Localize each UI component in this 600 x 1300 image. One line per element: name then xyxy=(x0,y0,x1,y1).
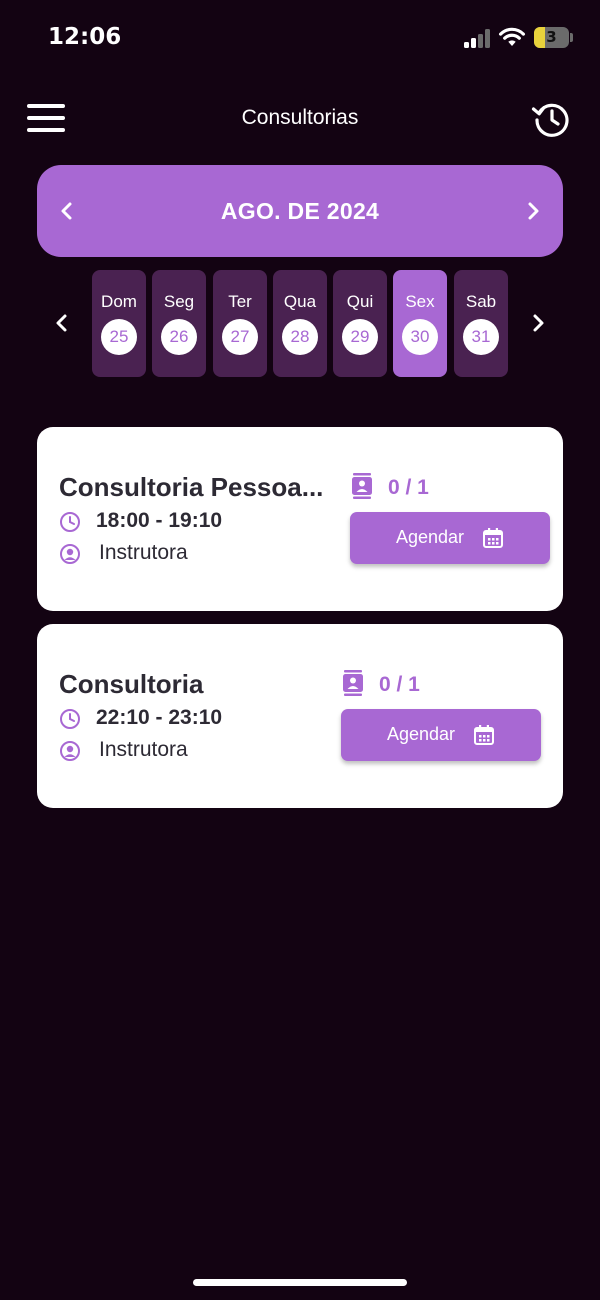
cellular-signal-icon xyxy=(464,28,492,48)
schedule-button[interactable]: Agendar xyxy=(350,512,550,564)
account-circle-icon xyxy=(60,741,80,761)
session-title: Consultoria Pessoa... xyxy=(59,472,324,502)
day-name: Sab xyxy=(465,292,497,311)
next-week-chevron-icon[interactable] xyxy=(526,311,550,335)
schedule-button-label: Agendar xyxy=(387,724,456,744)
session-time: 18:00 - 19:10 xyxy=(96,509,223,532)
account-circle-icon xyxy=(60,544,80,564)
session-instructor: Instrutora xyxy=(99,541,188,564)
session-time: 22:10 - 23:10 xyxy=(96,706,223,729)
month-label: AGO. DE 2024 xyxy=(220,198,380,224)
day-name: Ter xyxy=(228,292,252,311)
contacts-icon xyxy=(343,670,363,696)
history-icon[interactable] xyxy=(530,97,574,141)
wifi-icon xyxy=(499,27,525,46)
session-instructor: Instrutora xyxy=(99,738,188,761)
day-name: Qui xyxy=(346,292,374,311)
day-date: 31 xyxy=(463,319,499,355)
schedule-button[interactable]: Agendar xyxy=(341,709,541,761)
day-item[interactable]: Ter 27 xyxy=(213,270,267,377)
clock-icon xyxy=(60,709,80,729)
day-item[interactable]: Sex 30 xyxy=(393,270,447,377)
clock-icon xyxy=(60,512,80,532)
day-date: 30 xyxy=(402,319,438,355)
schedule-button-label: Agendar xyxy=(396,527,465,547)
contacts-icon xyxy=(352,473,372,499)
day-date: 25 xyxy=(101,319,137,355)
page-title: Consultorias xyxy=(241,106,359,129)
calendar-icon xyxy=(483,528,503,548)
calendar-icon xyxy=(474,725,494,745)
day-item[interactable]: Dom 25 xyxy=(92,270,146,377)
next-month-chevron-icon[interactable] xyxy=(521,199,545,223)
day-date: 29 xyxy=(342,319,378,355)
home-indicator[interactable] xyxy=(193,1279,407,1286)
day-item[interactable]: Sab 31 xyxy=(454,270,508,377)
day-name: Sex xyxy=(405,292,435,311)
session-capacity: 0 / 1 xyxy=(379,673,420,696)
month-selector: AGO. DE 2024 xyxy=(37,165,563,257)
battery-icon: 3 xyxy=(534,27,569,48)
session-capacity: 0 / 1 xyxy=(388,476,429,499)
day-date: 28 xyxy=(282,319,318,355)
day-name: Seg xyxy=(163,292,195,311)
session-card: Consultoria 22:10 - 23:10 Instrutora 0 /… xyxy=(37,624,563,808)
session-title: Consultoria xyxy=(59,669,204,699)
day-item[interactable]: Seg 26 xyxy=(152,270,206,377)
day-date: 26 xyxy=(161,319,197,355)
day-item[interactable]: Qui 29 xyxy=(333,270,387,377)
status-time: 12:06 xyxy=(48,24,122,50)
prev-week-chevron-icon[interactable] xyxy=(50,311,74,335)
session-card: Consultoria Pessoa... 18:00 - 19:10 Inst… xyxy=(37,427,563,611)
day-name: Dom xyxy=(101,292,137,311)
battery-tip xyxy=(570,33,573,42)
day-item[interactable]: Qua 28 xyxy=(273,270,327,377)
battery-level: 3 xyxy=(546,28,557,46)
status-bar: 12:06 3 xyxy=(0,0,600,76)
day-name: Qua xyxy=(283,292,317,311)
day-date: 27 xyxy=(222,319,258,355)
